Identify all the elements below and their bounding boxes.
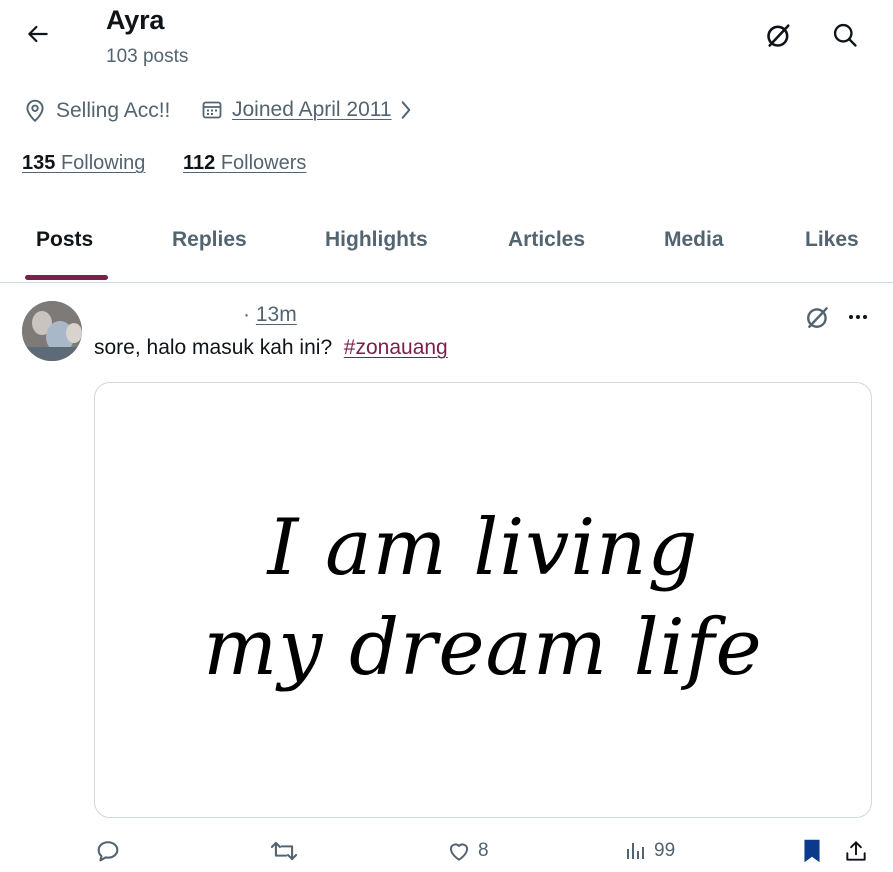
post-more-button[interactable] <box>840 301 876 333</box>
tab-replies[interactable]: Replies <box>172 228 247 252</box>
grok-icon <box>807 307 828 328</box>
active-tab-indicator <box>25 275 108 280</box>
grok-icon <box>767 24 790 47</box>
tab-highlights[interactable]: Highlights <box>325 228 428 252</box>
media-text-line-1: I am living <box>267 503 699 593</box>
share-upload-icon <box>846 841 866 861</box>
chevron-right-icon[interactable] <box>398 99 414 121</box>
media-text-line-2: my dream life <box>203 603 763 693</box>
following-link[interactable]: 135 Following <box>22 152 145 175</box>
avatar[interactable] <box>22 301 82 361</box>
post-time-link[interactable]: 13m <box>256 303 297 326</box>
following-label: Following <box>60 152 146 174</box>
bookmark-filled-icon <box>804 839 820 863</box>
avatar-image <box>22 301 82 361</box>
back-button[interactable] <box>18 14 58 54</box>
tab-posts[interactable]: Posts <box>36 228 93 252</box>
like-count: 8 <box>478 840 489 861</box>
post-grok-button[interactable] <box>800 301 836 333</box>
repost-button[interactable] <box>269 834 299 868</box>
search-button[interactable] <box>824 14 866 56</box>
like-button[interactable]: 8 <box>446 834 489 868</box>
following-count: 135 <box>22 152 56 174</box>
search-icon <box>833 23 857 47</box>
calendar-icon <box>202 101 222 119</box>
repost-icon <box>270 841 298 861</box>
views-button[interactable]: 99 <box>624 834 675 868</box>
share-button[interactable] <box>843 834 869 868</box>
reply-button[interactable] <box>94 834 122 868</box>
bar-chart-icon <box>627 843 644 859</box>
reply-bubble-icon <box>97 841 119 862</box>
back-arrow-icon <box>28 25 48 43</box>
post-text: sore, halo masuk kah ini? #zonauang <box>94 336 448 360</box>
view-count: 99 <box>654 840 676 861</box>
hashtag-link[interactable]: #zonauang <box>344 336 448 359</box>
post-count: 103 posts <box>106 46 189 67</box>
tab-articles[interactable]: Articles <box>508 228 585 252</box>
tab-divider <box>0 282 893 283</box>
profile-name: Ayra <box>106 5 165 35</box>
followers-label: Followers <box>220 152 307 174</box>
heart-icon <box>449 843 469 861</box>
followers-count: 112 <box>183 152 216 174</box>
profile-joined: Joined April 2011 <box>200 98 422 122</box>
location-pin-icon <box>26 99 44 123</box>
post-media-image[interactable]: I am living my dream life <box>94 382 872 818</box>
bookmark-button[interactable] <box>799 834 825 868</box>
joined-date-link[interactable]: Joined April 2011 <box>232 98 392 122</box>
grok-button[interactable] <box>758 14 800 56</box>
time-separator: · <box>243 303 250 326</box>
location-text: Selling Acc!! <box>56 99 171 122</box>
post-body: sore, halo masuk kah ini? <box>94 336 344 359</box>
post-timestamp: · 13m <box>243 303 297 327</box>
more-dots-icon <box>849 315 867 319</box>
profile-location: Selling Acc!! <box>22 98 170 124</box>
tab-likes[interactable]: Likes <box>805 228 859 252</box>
followers-link[interactable]: 112 Followers <box>183 152 306 175</box>
tab-media[interactable]: Media <box>664 228 724 252</box>
